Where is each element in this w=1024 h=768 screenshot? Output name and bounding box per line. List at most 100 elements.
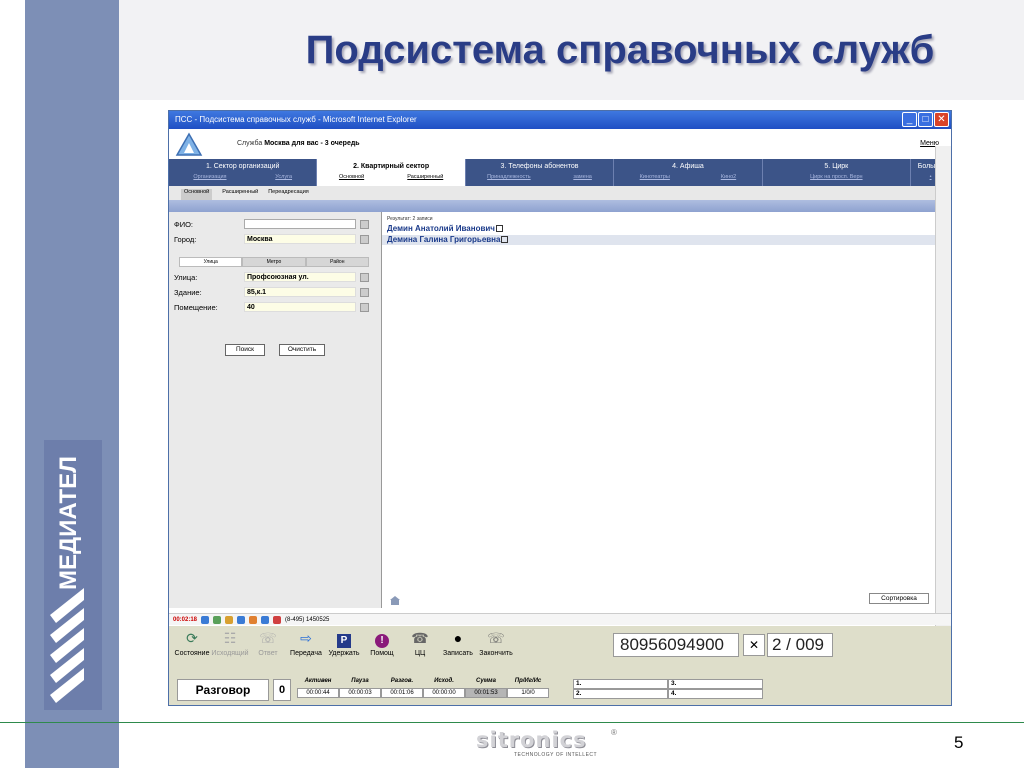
sublink[interactable]: замена <box>573 174 592 180</box>
tab-metro[interactable]: Метро <box>242 257 306 267</box>
minimize-button[interactable]: _ <box>902 112 917 127</box>
subtab-main[interactable]: Основной <box>181 189 213 200</box>
slide-title: Подсистема справочных служб <box>305 28 935 72</box>
phone-number-field[interactable]: 80956094900 <box>613 633 739 657</box>
room-picker-icon[interactable] <box>360 302 369 312</box>
room-field[interactable]: 40 <box>244 302 356 312</box>
tab-label: 2. Квартирный сектор <box>353 163 430 170</box>
button-label: Записать <box>443 650 473 657</box>
subtab-extended[interactable]: Расширенный <box>222 189 258 200</box>
more-dot[interactable]: • <box>930 174 932 180</box>
outgoing-icon: ☷ <box>223 630 237 646</box>
tab-circus[interactable]: 5. Цирк Цирк на просп. Верн <box>763 159 912 186</box>
building-row: Здание: 85,к.1 <box>174 286 369 298</box>
street-label: Улица: <box>174 272 198 282</box>
state-icon: ⟳ <box>186 630 198 646</box>
tab-street[interactable]: Улица <box>179 257 243 267</box>
tab-phones[interactable]: 3. Телефоны абонентов Принадлежность заме… <box>466 159 615 186</box>
brand-name: sitronics <box>476 728 587 752</box>
street-field[interactable]: Профсоюзная ул. <box>244 272 356 282</box>
stat-pause: Пауза 00:00:03 <box>339 678 381 698</box>
stat-active: Активен 00:00:44 <box>297 678 339 698</box>
answer-icon: ☏ <box>259 630 277 646</box>
app-header: Служба Москва для вас - 3 очередь Меню <box>169 129 951 159</box>
transfer-icon: ⇨ <box>300 630 312 646</box>
state-button[interactable]: ⟳ Состояние <box>173 626 211 657</box>
button-label: Закончить <box>479 650 513 657</box>
cc-icon: ☎ <box>411 630 429 646</box>
globe-icon[interactable] <box>261 615 270 624</box>
slot-1[interactable]: 1. <box>573 679 668 689</box>
hold-button[interactable]: P Удержать <box>325 626 363 657</box>
sublink[interactable]: Кино2 <box>721 174 736 180</box>
button-label: Удержать <box>328 650 360 657</box>
sublink[interactable]: Расширенный <box>407 174 443 180</box>
results-count: Результат: 2 записи <box>387 216 433 222</box>
street-picker-icon[interactable] <box>360 272 369 282</box>
stat-counts: Пр/Иг/Ис 1/0/0 <box>507 678 549 698</box>
checkbox[interactable] <box>495 225 503 233</box>
fio-field[interactable] <box>244 219 356 229</box>
transfer-button[interactable]: ⇨ Передача <box>287 626 325 657</box>
service-info: Служба Москва для вас - 3 очередь <box>237 140 360 147</box>
folder-icon[interactable] <box>225 615 234 624</box>
building-field[interactable]: 85,к.1 <box>244 287 356 297</box>
fio-picker-icon[interactable] <box>360 219 369 229</box>
sublink[interactable]: Цирк на просп. Верн <box>810 174 862 180</box>
home-icon[interactable] <box>390 596 400 605</box>
queue-counter: 2 / 009 <box>767 633 833 657</box>
result-row[interactable]: Демин Анатолий Иванович <box>382 224 935 234</box>
brand-tagline: TECHNOLOGY OF INTELLECT <box>514 752 598 758</box>
city-label: Город: <box>174 234 197 244</box>
help-icon[interactable] <box>201 615 210 624</box>
slot-3[interactable]: 3. <box>668 679 763 689</box>
subtab-redirect[interactable]: Переадресация <box>268 189 309 200</box>
sublink[interactable]: Основной <box>339 174 364 180</box>
sort-button[interactable]: Сортировка <box>869 593 929 604</box>
header-band <box>169 200 951 212</box>
city-field[interactable]: Москва <box>244 234 356 244</box>
phone-icon[interactable] <box>213 615 222 624</box>
book-icon[interactable] <box>237 615 246 624</box>
help-button[interactable]: ! Помощ <box>363 626 401 657</box>
record-button[interactable]: ● Записать <box>439 626 477 657</box>
button-label: Помощ <box>370 650 394 657</box>
stop-icon[interactable] <box>273 615 282 624</box>
checkbox[interactable] <box>501 236 509 244</box>
room-label: Помещение: <box>174 302 218 312</box>
slot-4[interactable]: 4. <box>668 689 763 699</box>
stat-label: Пр/Иг/Ис <box>514 678 542 684</box>
button-label: Исходящий <box>211 650 249 657</box>
stat-label: Активен <box>304 678 332 684</box>
sublink[interactable]: Принадлежность <box>487 174 531 180</box>
sublink[interactable]: Организация <box>193 174 226 180</box>
city-picker-icon[interactable] <box>360 234 369 244</box>
outgoing-button[interactable]: ☷ Исходящий <box>211 626 249 657</box>
main-tabs: 1. Сектор организаций Организация Услуга … <box>169 159 951 186</box>
maximize-button[interactable]: □ <box>918 112 933 127</box>
close-button[interactable]: ✕ <box>934 112 949 127</box>
tab-district[interactable]: Район <box>305 257 369 267</box>
tab-organizations[interactable]: 1. Сектор организаций Организация Услуга <box>169 159 318 186</box>
slot-2[interactable]: 2. <box>573 689 668 699</box>
stat-label: Исход. <box>434 678 454 684</box>
tab-label: 5. Цирк <box>824 163 849 170</box>
tab-apartment[interactable]: 2. Квартирный сектор Основной Расширенный <box>317 159 466 186</box>
sublink[interactable]: Услуга <box>275 174 292 180</box>
cc-button[interactable]: ☎ ЦЦ <box>401 626 439 657</box>
clear-number-button[interactable]: ✕ <box>743 634 765 656</box>
end-button[interactable]: ☏ Закончить <box>477 626 515 657</box>
clear-button[interactable]: Очистить <box>279 344 325 356</box>
call-timer: 00:02:18 <box>173 616 198 623</box>
settings-icon[interactable] <box>249 615 258 624</box>
search-button[interactable]: Поиск <box>225 344 265 356</box>
answer-button[interactable]: ☏ Ответ <box>249 626 287 657</box>
building-picker-icon[interactable] <box>360 287 369 297</box>
stat-outgoing: Исход. 00:00:00 <box>423 678 465 698</box>
sublink[interactable]: Кинотеатры <box>640 174 670 180</box>
tab-afisha[interactable]: 4. Афиша Кинотеатры Кино2 <box>614 159 763 186</box>
service-value: Москва для вас - 3 очередь <box>264 140 360 147</box>
result-row[interactable]: Демина Галина Григорьевна <box>382 235 935 245</box>
page-number: 5 <box>954 733 964 752</box>
stat-label: Пауза <box>351 678 369 684</box>
